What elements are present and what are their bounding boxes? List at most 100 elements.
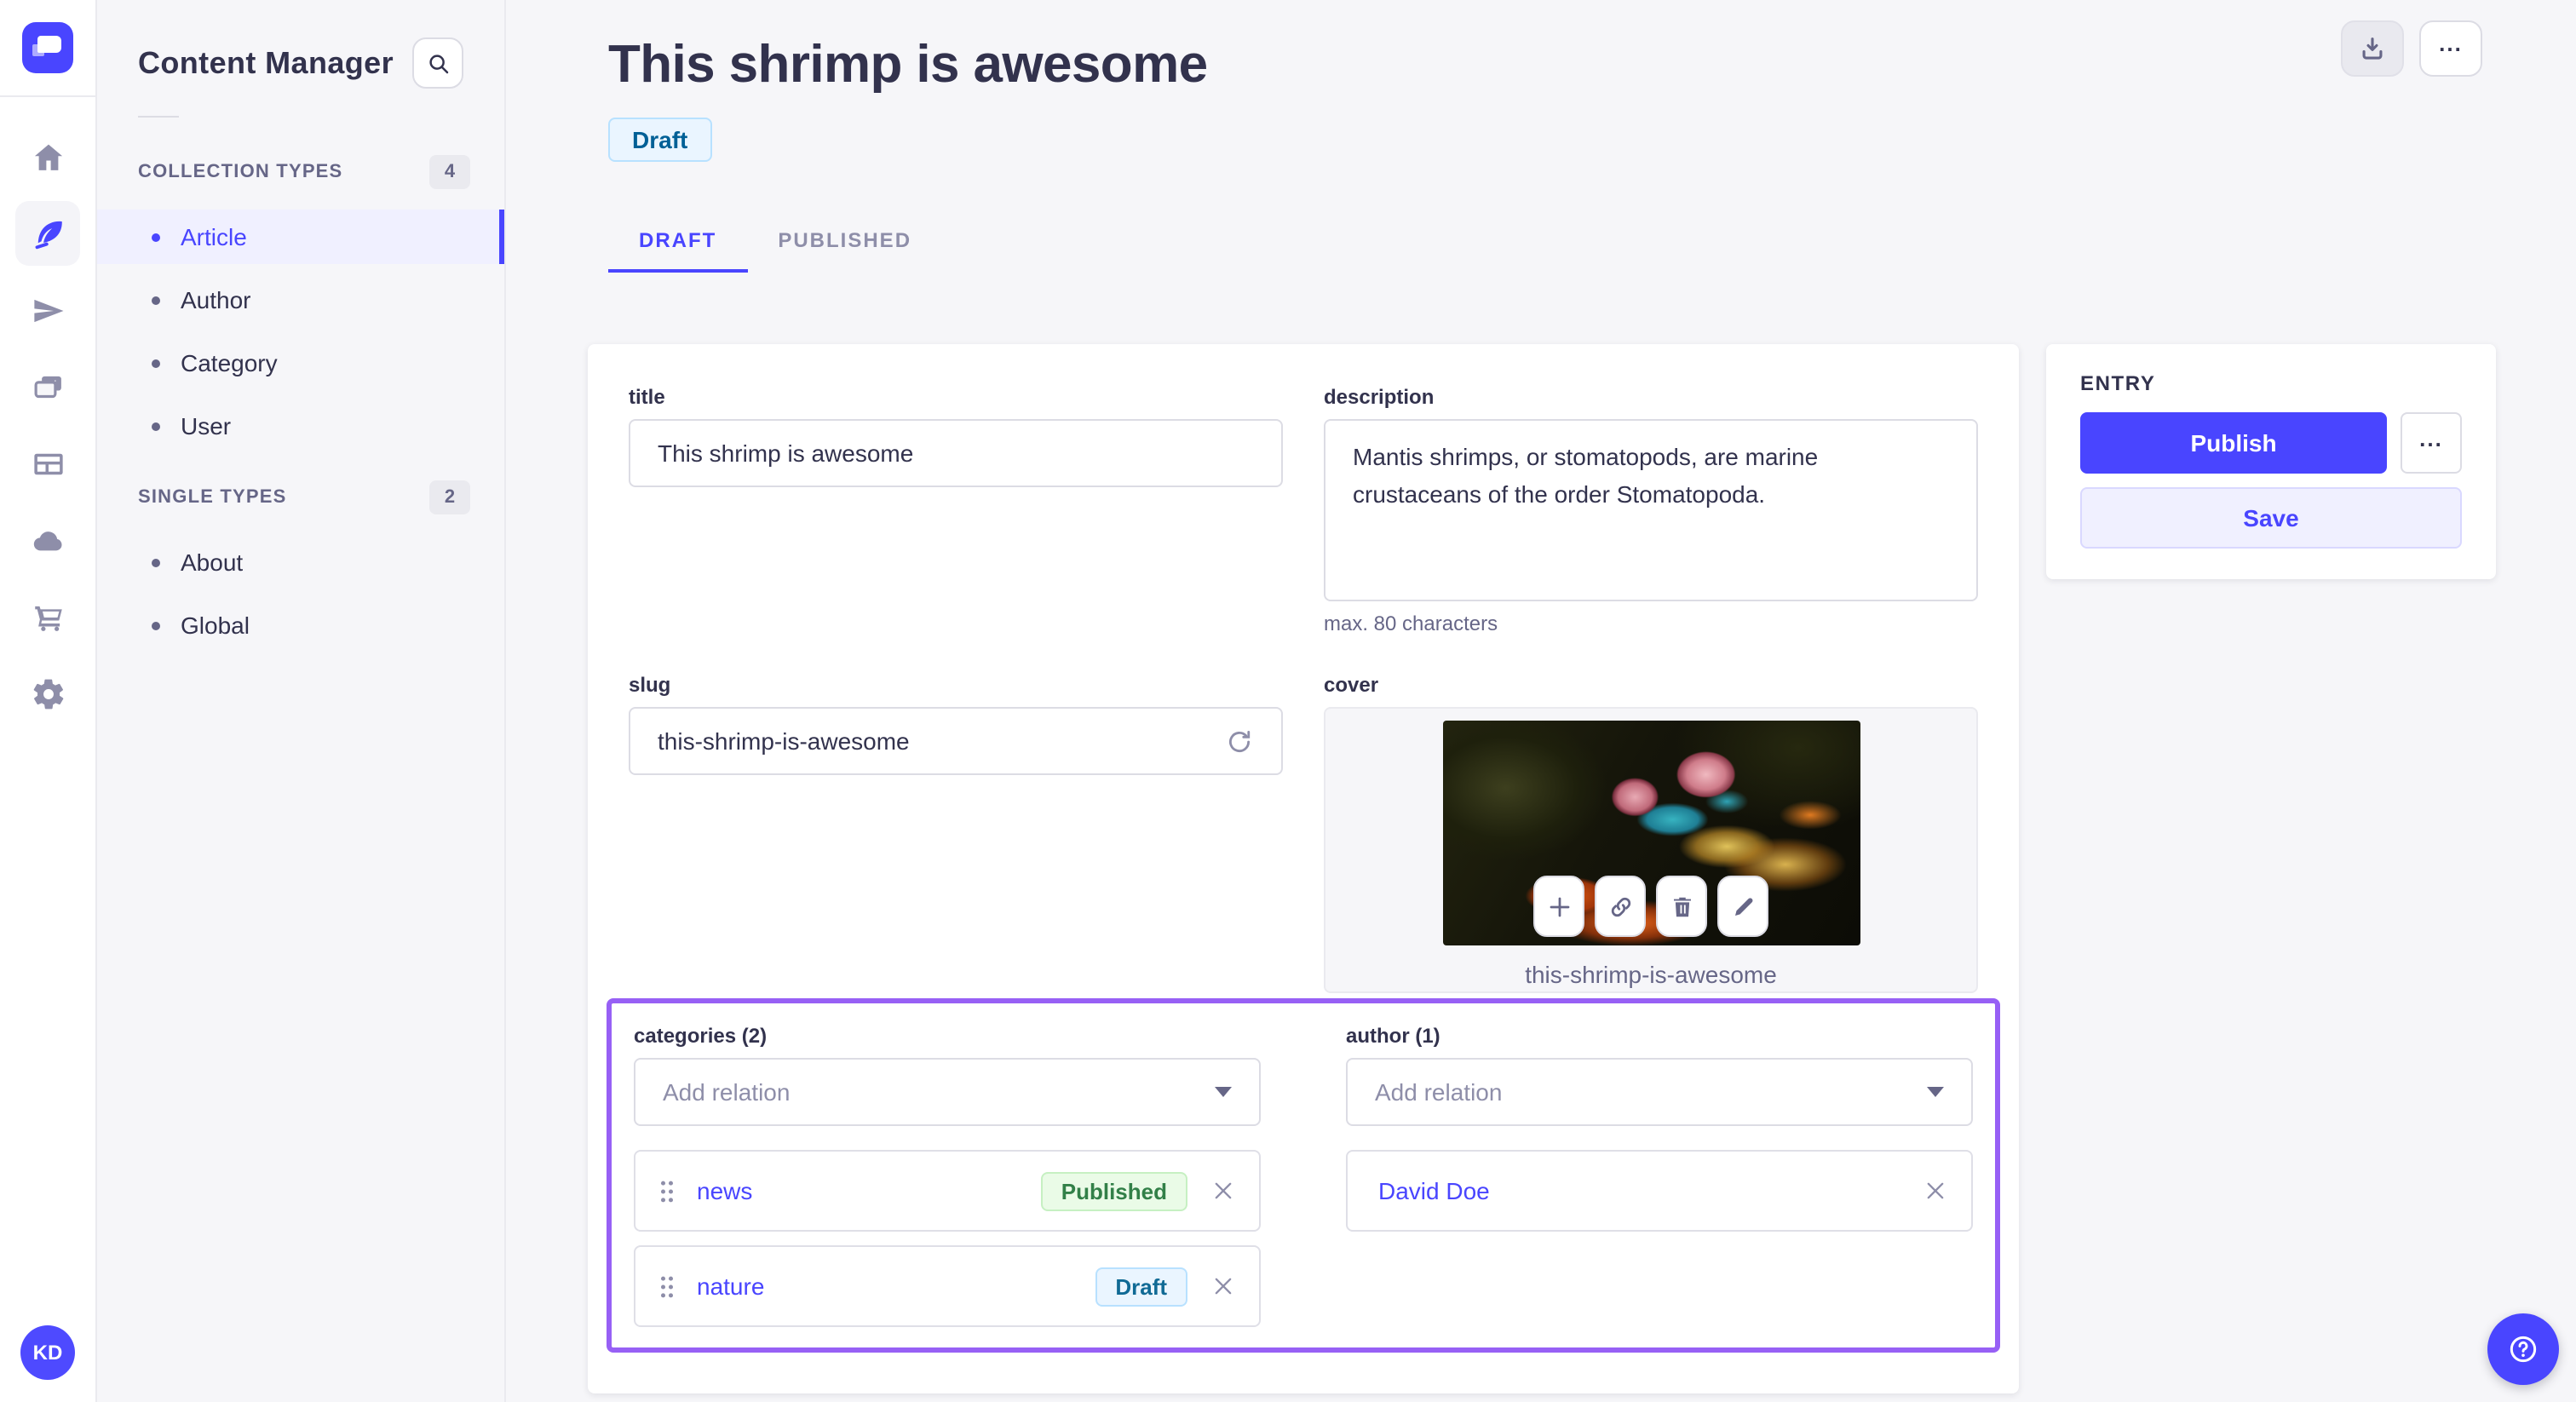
sidebar-item-label: Author [181, 286, 251, 313]
page-title: This shrimp is awesome [608, 34, 1208, 94]
home-icon[interactable] [15, 124, 80, 189]
slug-input[interactable]: this-shrimp-is-awesome [629, 707, 1283, 775]
marketplace-cart-icon[interactable] [15, 584, 80, 649]
cloud-icon[interactable] [15, 508, 80, 572]
content-manager-sidebar: Content Manager COLLECTION TYPES 4 Artic… [97, 0, 506, 1402]
content-manager-icon[interactable] [15, 201, 80, 266]
relation-link-david-doe[interactable]: David Doe [1378, 1177, 1490, 1204]
entry-panel-title: ENTRY [2080, 371, 2156, 395]
main-content: ... This shrimp is awesome Draft DRAFT P… [506, 0, 2576, 1402]
author-field-label: author (1) [1346, 1024, 1440, 1048]
collection-types-count: 4 [429, 155, 470, 189]
sidebar-item-about[interactable]: About [97, 535, 504, 589]
search-button[interactable] [412, 37, 463, 89]
section-label-single-types: SINGLE TYPES [138, 487, 287, 508]
pencil-icon [1730, 893, 1756, 919]
header-more-button[interactable]: ... [2419, 20, 2482, 77]
categories-field-label: categories (2) [634, 1024, 768, 1048]
relation-status-badge: Published [1040, 1171, 1187, 1210]
sidebar-item-category[interactable]: Category [97, 336, 504, 390]
strapi-logo[interactable] [22, 22, 73, 73]
sidebar-item-user[interactable]: User [97, 399, 504, 453]
main-nav-rail: KD [0, 0, 97, 1402]
author-field: author (1) Add relation David Doe [1346, 1024, 1973, 1327]
description-hint: max. 80 characters [1324, 612, 1498, 635]
drag-handle-icon[interactable] [659, 1178, 675, 1204]
relation-link-nature[interactable]: nature [697, 1273, 764, 1300]
remove-relation-icon[interactable] [1211, 1274, 1235, 1298]
publish-button[interactable]: Publish [2080, 412, 2387, 474]
cover-filename: this-shrimp-is-awesome [1525, 961, 1777, 988]
content-type-builder-icon[interactable] [15, 431, 80, 496]
entry-panel: ENTRY Publish ... Save [2046, 344, 2496, 579]
bullet-icon [152, 233, 160, 241]
cover-copy-link-button[interactable] [1595, 876, 1646, 937]
title-field-label: title [629, 385, 665, 409]
bullet-icon [152, 296, 160, 304]
search-icon [425, 50, 451, 76]
relation-row-news: news Published [634, 1150, 1261, 1232]
help-button[interactable] [2487, 1313, 2559, 1385]
sidebar-title: Content Manager [138, 45, 394, 79]
relation-row-david-doe: David Doe [1346, 1150, 1973, 1232]
sidebar-item-label: Article [181, 223, 247, 250]
categories-placeholder: Add relation [663, 1078, 791, 1106]
plus-icon [1546, 893, 1572, 919]
slug-field-label: slug [629, 673, 671, 697]
question-mark-icon [2506, 1332, 2540, 1366]
chevron-down-icon [1215, 1087, 1232, 1097]
title-input[interactable]: This shrimp is awesome [629, 419, 1283, 487]
description-textarea[interactable]: Mantis shrimps, or stomatopods, are mari… [1324, 419, 1978, 601]
section-label-collection-types: COLLECTION TYPES [138, 162, 343, 182]
relations-highlight-zone: categories (2) Add relation news Publish… [607, 998, 2000, 1353]
sidebar-item-label: User [181, 412, 232, 440]
cover-add-button[interactable] [1533, 876, 1584, 937]
drag-handle-icon[interactable] [659, 1273, 675, 1299]
chevron-down-icon [1927, 1087, 1944, 1097]
single-types-count: 2 [429, 480, 470, 514]
cover-field: this-shrimp-is-awesome [1324, 707, 1978, 993]
categories-add-relation-select[interactable]: Add relation [634, 1058, 1261, 1126]
bullet-icon [152, 558, 160, 566]
tab-draft[interactable]: DRAFT [608, 208, 748, 273]
remove-relation-icon[interactable] [1923, 1179, 1947, 1203]
cover-field-label: cover [1324, 673, 1379, 697]
export-button[interactable] [2341, 20, 2404, 77]
sidebar-item-global[interactable]: Global [97, 598, 504, 652]
rail-divider [0, 95, 96, 97]
app-window: KD Content Manager COLLECTION TYPES 4 Ar… [0, 0, 2576, 1402]
tab-published[interactable]: PUBLISHED [747, 208, 942, 273]
sidebar-item-label: Category [181, 349, 278, 376]
regenerate-slug-icon[interactable] [1225, 727, 1254, 756]
bullet-icon [152, 359, 160, 367]
version-tabs: DRAFT PUBLISHED [608, 208, 2576, 273]
relation-row-nature: nature Draft [634, 1245, 1261, 1327]
author-placeholder: Add relation [1375, 1078, 1503, 1106]
bullet-icon [152, 422, 160, 430]
sidebar-divider [138, 116, 179, 118]
sidebar-item-article[interactable]: Article [97, 210, 504, 264]
save-button[interactable]: Save [2080, 487, 2462, 549]
remove-relation-icon[interactable] [1211, 1179, 1235, 1203]
bullet-icon [152, 621, 160, 629]
relation-status-badge: Draft [1095, 1267, 1187, 1306]
description-field-label: description [1324, 385, 1435, 409]
cover-delete-button[interactable] [1656, 876, 1707, 937]
ellipsis-icon: ... [2439, 31, 2463, 56]
media-library-icon[interactable] [15, 354, 80, 419]
settings-gear-icon[interactable] [15, 661, 80, 726]
ellipsis-icon: ... [2419, 425, 2443, 451]
trash-icon [1669, 893, 1694, 919]
sidebar-item-label: Global [181, 612, 250, 639]
author-add-relation-select[interactable]: Add relation [1346, 1058, 1973, 1126]
relation-link-news[interactable]: news [697, 1177, 752, 1204]
entry-more-button[interactable]: ... [2401, 412, 2462, 474]
slug-value: this-shrimp-is-awesome [658, 727, 910, 755]
status-badge: Draft [608, 118, 712, 162]
user-avatar[interactable]: KD [20, 1325, 75, 1380]
cover-edit-button[interactable] [1717, 876, 1768, 937]
edit-form-card: title This shrimp is awesome description… [588, 344, 2019, 1393]
sidebar-item-author[interactable]: Author [97, 273, 504, 327]
releases-icon[interactable] [15, 278, 80, 342]
link-icon [1607, 893, 1633, 919]
